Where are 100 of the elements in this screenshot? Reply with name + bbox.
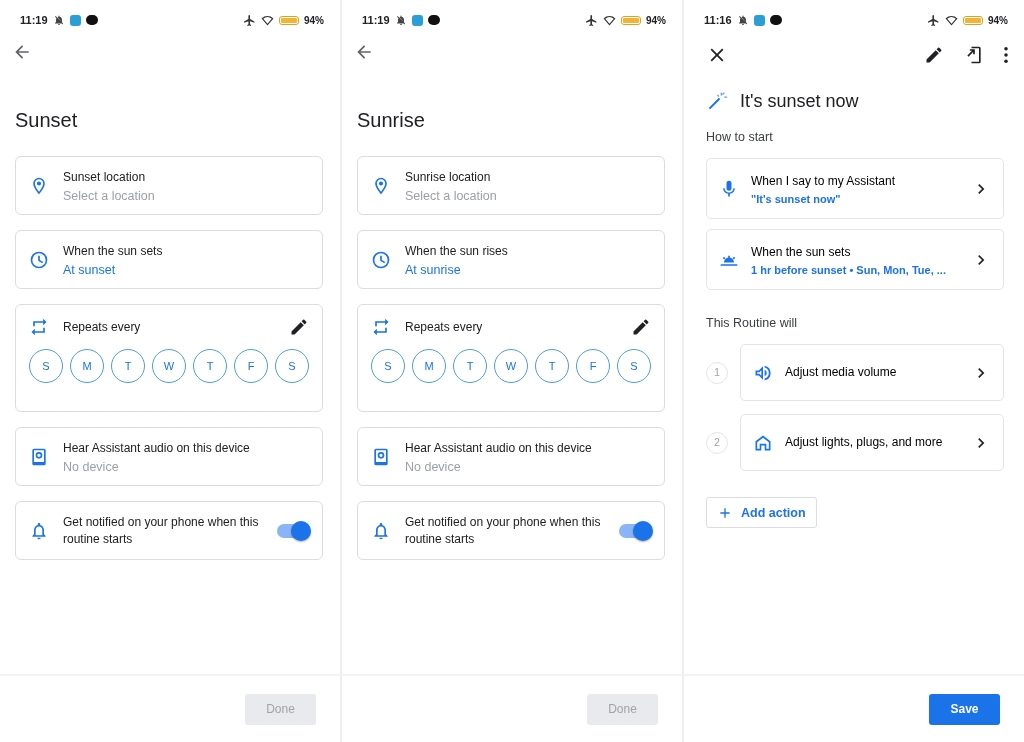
day-toggle[interactable]: F bbox=[234, 349, 268, 383]
bell-off-icon bbox=[52, 14, 65, 26]
action-card[interactable]: Adjust media volume bbox=[740, 344, 1004, 401]
wifi-icon bbox=[945, 13, 958, 27]
day-toggle[interactable]: T bbox=[535, 349, 569, 383]
setting-card[interactable]: When the sun sets At sunset bbox=[15, 230, 323, 289]
card-title: Hear Assistant audio on this device bbox=[63, 439, 251, 457]
speaker-icon bbox=[29, 446, 49, 467]
card-title: Repeats every bbox=[63, 318, 142, 336]
card-title: Sunset location bbox=[63, 168, 147, 186]
speaker-icon bbox=[371, 446, 391, 467]
magic-wand-icon bbox=[706, 90, 728, 112]
edit-button[interactable] bbox=[631, 317, 651, 337]
day-toggle[interactable]: S bbox=[29, 349, 63, 383]
card-value: At sunrise bbox=[405, 262, 462, 277]
pencil-icon bbox=[631, 317, 651, 337]
step-number: 1 bbox=[706, 361, 728, 384]
card-subtitle: Select a location bbox=[405, 188, 498, 203]
wifi-icon bbox=[261, 13, 274, 27]
save-button[interactable]: Save bbox=[929, 693, 1000, 725]
phone-button[interactable] bbox=[964, 45, 984, 65]
bell-icon bbox=[29, 520, 49, 541]
starter-card[interactable]: When the sun sets 1 hr before sunset • Sun, Mon, Tue, ... bbox=[706, 229, 1004, 290]
repeat-icon bbox=[371, 317, 391, 337]
day-toggle[interactable]: S bbox=[275, 349, 309, 383]
setting-card[interactable]: Hear Assistant audio on this device No device bbox=[357, 427, 665, 486]
day-toggle[interactable]: S bbox=[617, 349, 651, 383]
screen-title: Sunset bbox=[15, 108, 79, 132]
app-icon bbox=[753, 14, 765, 26]
app-icon bbox=[411, 14, 423, 26]
day-toggle[interactable]: T bbox=[193, 349, 227, 383]
action-card[interactable]: Adjust lights, plugs, and more bbox=[740, 414, 1004, 471]
step-number: 2 bbox=[706, 431, 728, 454]
routine-title: It's sunset now bbox=[740, 90, 859, 112]
screen-title: Sunrise bbox=[357, 108, 426, 132]
card-subtitle: Select a location bbox=[63, 188, 156, 203]
edit-button[interactable] bbox=[924, 45, 944, 65]
status-time: 11:19 bbox=[20, 14, 48, 26]
app-icon bbox=[69, 14, 81, 26]
card-title: Repeats every bbox=[405, 318, 484, 336]
airplane-icon bbox=[927, 13, 940, 27]
bell-icon bbox=[371, 520, 391, 541]
add-action-button[interactable]: Add action bbox=[706, 497, 817, 528]
starter-card[interactable]: When I say to my Assistant "It's sunset now" bbox=[706, 158, 1004, 219]
notification-switch[interactable] bbox=[277, 523, 309, 538]
airplane-icon bbox=[243, 13, 256, 27]
status-time: 11:16 bbox=[704, 14, 732, 26]
clock-icon bbox=[29, 249, 49, 270]
day-toggle[interactable]: T bbox=[453, 349, 487, 383]
day-toggle[interactable]: W bbox=[152, 349, 186, 383]
more-button[interactable] bbox=[1004, 47, 1008, 63]
pencil-icon bbox=[924, 45, 944, 65]
bell-off-icon bbox=[394, 14, 407, 26]
more-icon bbox=[1004, 47, 1008, 63]
clock-icon bbox=[371, 249, 391, 270]
card-title: When the sun sets bbox=[751, 243, 852, 261]
card-title: Sunrise location bbox=[405, 168, 492, 186]
battery-level: 94% bbox=[988, 14, 1008, 26]
status-time: 11:19 bbox=[362, 14, 390, 26]
card-title: Get notified on your phone when this routine starts bbox=[63, 513, 260, 548]
section-heading: This Routine will bbox=[706, 316, 798, 330]
setting-card[interactable]: Sunrise location Select a location bbox=[357, 156, 665, 215]
battery-icon bbox=[963, 15, 983, 25]
wifi-icon bbox=[603, 13, 616, 27]
day-toggle[interactable]: M bbox=[70, 349, 104, 383]
card-title: Get notified on your phone when this routine starts bbox=[405, 513, 602, 548]
action-label: Adjust lights, plugs, and more bbox=[785, 434, 944, 451]
card-subtitle: No device bbox=[63, 459, 120, 474]
phone-arrow-icon bbox=[964, 45, 984, 65]
day-toggle[interactable]: S bbox=[371, 349, 405, 383]
edit-button[interactable] bbox=[289, 317, 309, 337]
card-title: When the sun sets bbox=[63, 242, 164, 260]
card-title: When I say to my Assistant bbox=[751, 172, 897, 190]
pencil-icon bbox=[289, 317, 309, 337]
notification-switch[interactable] bbox=[619, 523, 651, 538]
card-value: "It's sunset now" bbox=[751, 192, 842, 205]
battery-icon bbox=[279, 15, 299, 25]
card-title: Hear Assistant audio on this device bbox=[405, 439, 593, 457]
battery-level: 94% bbox=[304, 14, 324, 26]
day-toggle[interactable]: M bbox=[412, 349, 446, 383]
card-value: 1 hr before sunset • Sun, Mon, Tue, ... bbox=[751, 263, 947, 276]
app-icon bbox=[769, 15, 782, 25]
app-icon bbox=[85, 15, 98, 25]
repeat-icon bbox=[29, 317, 49, 337]
section-heading: How to start bbox=[706, 130, 774, 144]
battery-level: 94% bbox=[646, 14, 666, 26]
day-toggle[interactable]: T bbox=[111, 349, 145, 383]
card-title: When the sun rises bbox=[405, 242, 509, 260]
app-icon bbox=[427, 15, 440, 25]
action-label: Adjust media volume bbox=[785, 364, 898, 381]
setting-card[interactable]: Sunset location Select a location bbox=[15, 156, 323, 215]
setting-card[interactable]: When the sun rises At sunrise bbox=[357, 230, 665, 289]
day-toggle[interactable]: F bbox=[576, 349, 610, 383]
setting-card[interactable]: Hear Assistant audio on this device No device bbox=[15, 427, 323, 486]
card-subtitle: No device bbox=[405, 459, 462, 474]
day-toggle[interactable]: W bbox=[494, 349, 528, 383]
battery-icon bbox=[621, 15, 641, 25]
airplane-icon bbox=[585, 13, 598, 27]
card-value: At sunset bbox=[63, 262, 117, 277]
bell-off-icon bbox=[736, 14, 749, 26]
